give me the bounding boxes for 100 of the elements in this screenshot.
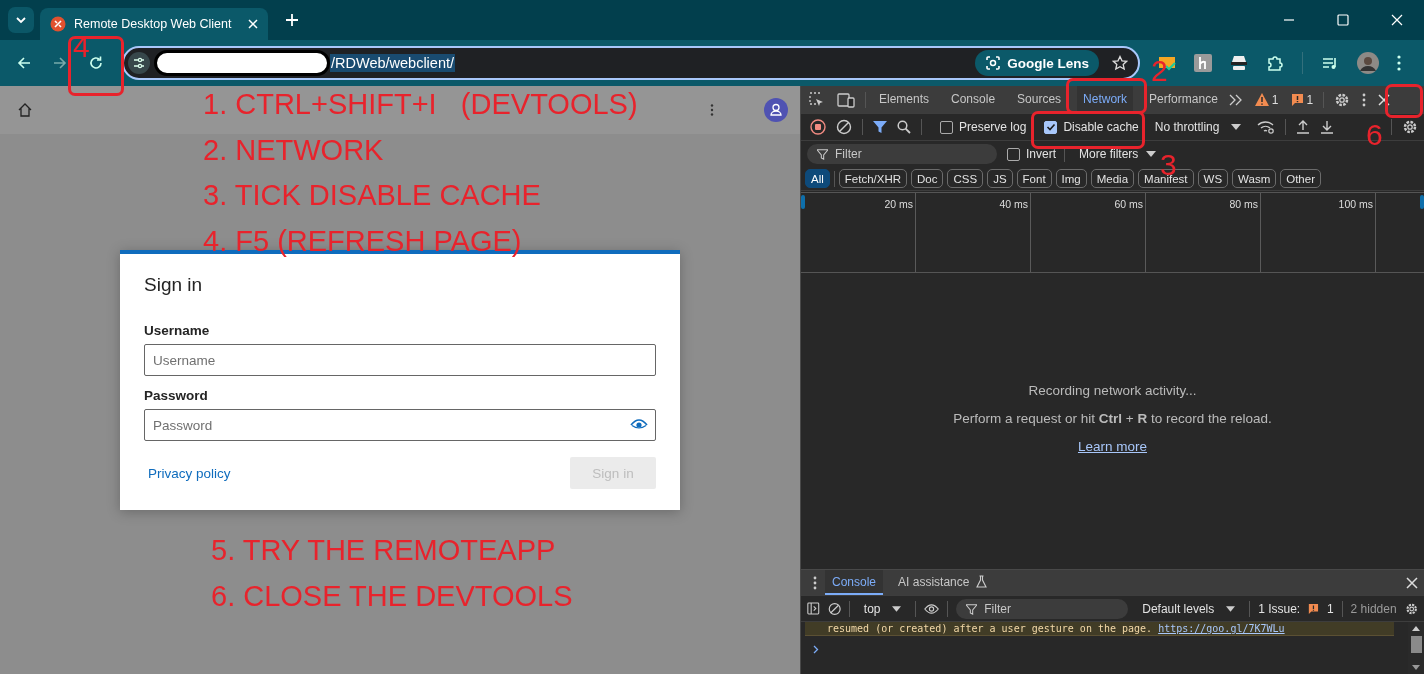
- profile-avatar-icon[interactable]: [1357, 52, 1379, 74]
- menu-icon[interactable]: [1397, 55, 1401, 71]
- user-avatar-icon[interactable]: [764, 98, 788, 122]
- password-field[interactable]: Password: [144, 409, 656, 441]
- annotation-text: 2. NETWORK: [203, 132, 385, 168]
- devtools-tab[interactable]: Performance: [1143, 86, 1224, 113]
- context-dropdown[interactable]: top: [857, 601, 908, 616]
- type-filter-chip[interactable]: Media: [1090, 169, 1135, 188]
- prompt-chevron-icon: [813, 645, 819, 654]
- privacy-policy-link[interactable]: Privacy policy: [148, 465, 231, 481]
- clear-icon[interactable]: [836, 119, 852, 135]
- sidebar-toggle-icon[interactable]: [807, 601, 820, 616]
- devtools-tab[interactable]: Sources: [1011, 86, 1068, 113]
- scroll-up-arrow-icon[interactable]: [1412, 626, 1420, 631]
- drawer-tab[interactable]: AI assistance: [891, 570, 995, 595]
- drawer-tab[interactable]: Console: [825, 570, 884, 595]
- back-icon[interactable]: [16, 55, 32, 71]
- checkmark-icon: [1045, 122, 1056, 132]
- url-text: /RDWeb/webclient/: [330, 54, 456, 72]
- checkbox-option[interactable]: Disable cache: [1044, 120, 1139, 134]
- more-tabs-chevron-icon[interactable]: [1228, 93, 1243, 106]
- type-filter-chip[interactable]: Wasm: [1232, 169, 1277, 188]
- console-filter-field[interactable]: Filter: [956, 598, 1129, 619]
- annotation-highlight-box: [68, 36, 124, 96]
- username-field[interactable]: Username: [144, 344, 656, 376]
- device-toolbar-icon[interactable]: [837, 91, 855, 108]
- range-handle[interactable]: [1420, 195, 1424, 209]
- show-password-eye-icon[interactable]: [630, 419, 648, 431]
- browser-tab[interactable]: Remote Desktop Web Client: [40, 8, 268, 40]
- home-icon[interactable]: [18, 103, 32, 117]
- time-tick-label: 40 ms: [999, 198, 1028, 210]
- type-filter-chip[interactable]: Fetch/XHR: [838, 169, 908, 188]
- address-bar[interactable]: /RDWeb/webclient/ Google Lens: [122, 46, 1140, 80]
- devtools-tab[interactable]: Elements: [873, 86, 936, 113]
- type-filter-chip[interactable]: JS: [987, 169, 1013, 188]
- new-tab-icon[interactable]: [286, 14, 298, 26]
- invert-checkbox[interactable]: Invert: [1007, 147, 1056, 161]
- upload-icon[interactable]: [1296, 120, 1311, 134]
- maximize-icon[interactable]: [1337, 14, 1349, 26]
- issue-count[interactable]: 1: [1306, 92, 1314, 107]
- site-info-icon[interactable]: [128, 52, 150, 74]
- extension-icon[interactable]: [1194, 54, 1212, 72]
- settings-icon[interactable]: [1402, 119, 1418, 135]
- field-label: Password: [144, 388, 209, 403]
- drawer-menu-icon[interactable]: [813, 575, 817, 590]
- type-filter-chip[interactable]: All: [805, 169, 830, 188]
- puzzle-icon[interactable]: [1266, 54, 1284, 72]
- field-label: Username: [144, 323, 211, 338]
- issues-label[interactable]: 1 Issue:: [1258, 601, 1301, 616]
- time-tick-label: 20 ms: [884, 198, 913, 210]
- bookmark-star-icon[interactable]: [1112, 55, 1128, 71]
- close-icon[interactable]: [1378, 93, 1391, 106]
- filter-icon[interactable]: [873, 120, 887, 134]
- tab-search-button[interactable]: [8, 7, 34, 33]
- annotation-number: 6: [1366, 120, 1383, 150]
- annotation-text: 4. F5 (REFRESH PAGE): [203, 223, 523, 259]
- issue-icon: [1290, 93, 1304, 106]
- more-options-icon[interactable]: [710, 104, 714, 116]
- devtools-tab[interactable]: Console: [945, 86, 1002, 113]
- type-filter-chip[interactable]: Font: [1016, 169, 1052, 188]
- search-icon[interactable]: [897, 120, 911, 134]
- type-filter-chip[interactable]: Doc: [911, 169, 944, 188]
- issue-icon: [1308, 602, 1320, 615]
- devtools-tab[interactable]: Network: [1077, 86, 1134, 113]
- more-options-icon[interactable]: [1362, 92, 1367, 107]
- filter-field[interactable]: Filter: [807, 144, 997, 164]
- type-filter-chip[interactable]: CSS: [947, 169, 984, 188]
- type-filter-chip[interactable]: Other: [1280, 169, 1321, 188]
- type-filter-chip[interactable]: WS: [1197, 169, 1229, 188]
- scroll-down-arrow-icon[interactable]: [1412, 665, 1420, 670]
- issue-count[interactable]: 1: [1327, 601, 1334, 616]
- google-lens-button[interactable]: Google Lens: [975, 50, 1099, 76]
- inspect-element-icon[interactable]: [809, 91, 825, 108]
- range-handle[interactable]: [801, 195, 805, 209]
- caret-icon: [15, 14, 27, 26]
- download-icon[interactable]: [1320, 120, 1335, 134]
- type-filter-chip[interactable]: Img: [1055, 169, 1087, 188]
- eye-icon[interactable]: [924, 602, 940, 615]
- stop-recording-icon[interactable]: [810, 119, 826, 135]
- message-link[interactable]: https://goo.gl/7K7WLu: [1158, 623, 1285, 634]
- lens-icon: [985, 55, 1002, 71]
- time-tick-label: 100 ms: [1338, 198, 1373, 210]
- reload-hint-text: Perform a request or hit Ctrl + R to record the reload.: [953, 410, 1272, 426]
- warning-icon: [1254, 93, 1269, 106]
- log-levels-dropdown[interactable]: Default levels: [1136, 601, 1242, 616]
- network-conditions-icon[interactable]: [1257, 120, 1276, 134]
- throttling-dropdown[interactable]: No throttling: [1148, 120, 1248, 134]
- warning-count[interactable]: 1: [1271, 92, 1279, 107]
- reload-icon[interactable]: [88, 55, 104, 71]
- caret-icon: [1231, 124, 1242, 130]
- settings-icon[interactable]: [1334, 91, 1351, 108]
- clear-console-icon[interactable]: [827, 600, 841, 617]
- annotation-text: 6. CLOSE THE DEVTOOLS: [211, 578, 573, 614]
- filter-icon: [817, 149, 828, 160]
- close-icon[interactable]: [1406, 576, 1418, 589]
- learn-more-link[interactable]: Learn more: [1077, 438, 1147, 454]
- forward-icon[interactable]: [52, 55, 68, 71]
- caret-icon: [1226, 605, 1236, 612]
- spy-icon[interactable]: [1230, 54, 1248, 72]
- checkbox-option[interactable]: Preserve log: [940, 120, 1027, 134]
